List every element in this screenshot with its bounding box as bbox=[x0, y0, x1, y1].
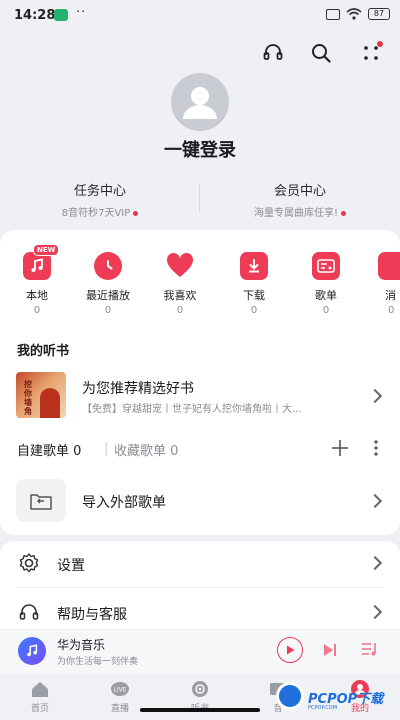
headset-icon bbox=[19, 604, 39, 620]
folder-import-icon bbox=[30, 493, 52, 510]
quick-label: 歌单 bbox=[315, 289, 337, 302]
download-icon bbox=[240, 252, 268, 280]
member-red-dot bbox=[341, 210, 346, 216]
tab-home[interactable]: 首页 bbox=[10, 680, 70, 714]
quick-messages[interactable]: 消 0 bbox=[364, 252, 400, 316]
playlist-tab-separator: | bbox=[104, 441, 109, 456]
music-note-icon: NEW bbox=[23, 244, 60, 280]
more-menu-button[interactable] bbox=[356, 38, 386, 68]
quick-recent[interactable]: 最近播放 0 bbox=[78, 252, 138, 316]
queue-button[interactable] bbox=[361, 641, 379, 661]
audiobook-icon bbox=[190, 680, 210, 698]
watermark-domain: PCPOP.COM bbox=[308, 705, 338, 711]
app-logo-icon bbox=[18, 637, 46, 665]
play-icon bbox=[287, 645, 295, 655]
quick-label: 本地 bbox=[26, 289, 48, 302]
member-center-title: 会员中心 bbox=[273, 184, 326, 199]
tab-created-playlists[interactable]: 自建歌单 0 bbox=[17, 440, 81, 459]
quick-playlist[interactable]: 歌单 0 bbox=[296, 252, 356, 316]
plus-icon bbox=[332, 440, 348, 456]
next-button[interactable] bbox=[322, 642, 338, 661]
import-playlist-icon-box[interactable] bbox=[16, 479, 66, 522]
app-notification-icon bbox=[54, 9, 68, 21]
gear-icon bbox=[19, 553, 39, 573]
status-indicators: 87 bbox=[326, 8, 390, 20]
quick-count: 0 bbox=[250, 305, 258, 316]
queue-icon bbox=[362, 643, 376, 656]
playlist-icon bbox=[312, 252, 340, 280]
avatar[interactable] bbox=[171, 73, 229, 131]
book-cover[interactable]: 挖你墙角 bbox=[16, 372, 66, 418]
user-icon bbox=[183, 87, 217, 119]
live-icon: LIVE bbox=[110, 680, 130, 698]
sim-icon bbox=[326, 8, 340, 20]
search-button[interactable] bbox=[306, 38, 336, 68]
import-playlist-button[interactable]: 导入外部歌单 bbox=[82, 492, 166, 512]
new-badge: NEW bbox=[33, 244, 60, 256]
play-button[interactable] bbox=[277, 637, 303, 663]
battery-icon: 87 bbox=[368, 8, 390, 20]
home-icon bbox=[30, 680, 50, 698]
quick-label: 消 bbox=[385, 289, 396, 302]
help-row-icon bbox=[18, 602, 40, 628]
customer-service-button[interactable] bbox=[258, 38, 288, 68]
help-row[interactable]: 帮助与客服 bbox=[57, 604, 127, 624]
audiobooks-section-title: 我的听书 bbox=[17, 344, 70, 359]
notification-dot bbox=[377, 41, 383, 47]
settings-row[interactable]: 设置 bbox=[57, 555, 85, 575]
add-playlist-button[interactable] bbox=[330, 438, 350, 462]
member-center-subtitle: 海量专属曲库任享! bbox=[200, 204, 400, 219]
book-title[interactable]: 为您推荐精选好书 bbox=[82, 378, 194, 398]
skip-next-icon bbox=[324, 644, 336, 656]
task-center-subtitle: 8音符秒7天VIP bbox=[0, 204, 200, 219]
playlist-more-button[interactable] bbox=[372, 439, 380, 461]
heart-icon bbox=[166, 252, 194, 280]
quick-label: 下载 bbox=[243, 289, 265, 302]
cover-figure bbox=[40, 388, 60, 418]
tab-label: 首页 bbox=[30, 704, 49, 714]
settings-row-icon bbox=[18, 552, 40, 578]
status-more-dots: ·· bbox=[76, 5, 87, 20]
tab-collected-playlists[interactable]: 收藏歌单 0 bbox=[114, 440, 178, 459]
row-divider bbox=[16, 587, 384, 588]
quick-label: 最近播放 bbox=[86, 289, 130, 302]
quick-count: 0 bbox=[176, 305, 184, 316]
wifi-icon bbox=[346, 8, 362, 20]
quick-count: 0 bbox=[322, 305, 330, 316]
quick-count: 0 bbox=[104, 305, 112, 316]
svg-text:LIVE: LIVE bbox=[113, 687, 126, 694]
cover-text: 挖你墙角 bbox=[24, 380, 32, 416]
task-center[interactable]: 任务中心 8音符秒7天VIP bbox=[0, 180, 200, 219]
headset-icon bbox=[263, 44, 283, 60]
member-center[interactable]: 会员中心 海量专属曲库任享! bbox=[200, 180, 400, 219]
quick-label: 我喜欢 bbox=[163, 289, 197, 302]
message-icon bbox=[378, 252, 400, 280]
search-icon bbox=[312, 44, 331, 63]
watermark-logo-icon bbox=[276, 682, 304, 710]
task-center-title: 任务中心 bbox=[73, 184, 126, 199]
book-description: 【免费】穿越甜宠丨世子妃有人挖你墙角啦丨大... bbox=[82, 404, 302, 415]
login-button[interactable]: 一键登录 bbox=[0, 136, 400, 162]
status-time: 14:28 bbox=[14, 8, 56, 23]
quick-local[interactable]: NEW 本地 0 bbox=[7, 244, 67, 316]
home-indicator bbox=[140, 708, 260, 712]
quick-count: 0 bbox=[388, 305, 395, 316]
quick-favorites[interactable]: 我喜欢 0 bbox=[150, 252, 210, 316]
player-title: 华为音乐 bbox=[57, 638, 106, 652]
vertical-dots-icon bbox=[374, 440, 378, 456]
quick-count: 0 bbox=[33, 305, 41, 316]
clock-icon bbox=[94, 252, 122, 280]
quick-download[interactable]: 下载 0 bbox=[224, 252, 284, 316]
player-subtitle: 为你生活每一刻伴奏 bbox=[57, 657, 139, 667]
task-red-dot bbox=[133, 210, 139, 216]
